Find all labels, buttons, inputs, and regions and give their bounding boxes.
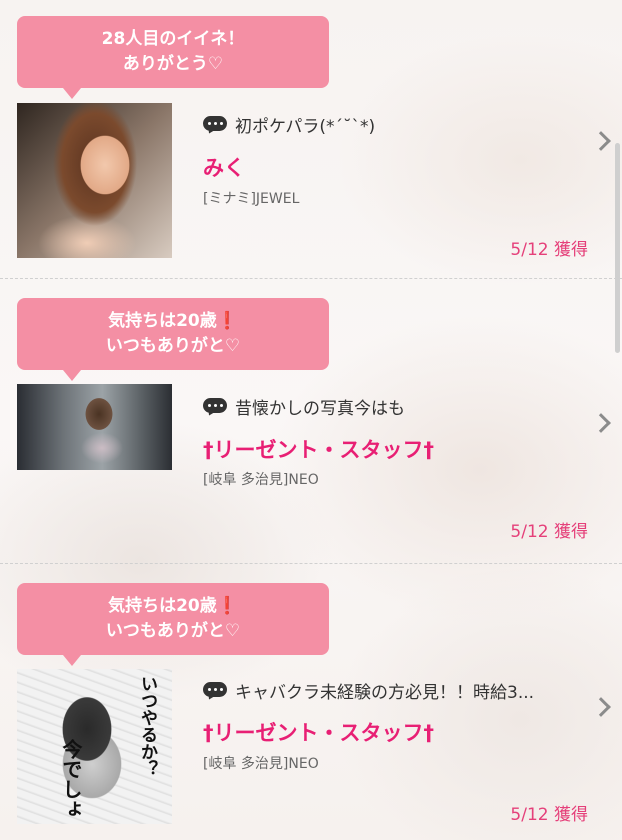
message-text: キャバクラ未経験の方必見！！時給3... [235, 683, 535, 703]
chevron-right-icon[interactable] [591, 413, 611, 433]
chevron-right-icon[interactable] [591, 131, 611, 151]
cast-name[interactable]: みく [203, 152, 245, 182]
bubble-line-2: いつもありがと♡ [105, 621, 241, 641]
thanks-bubble: 気持ちは20歳❗ いつもありがと♡ [17, 583, 329, 666]
message-row: 昔懐かしの写真今はも [203, 394, 405, 419]
bubble-line-1: 気持ちは20歳❗ [108, 311, 238, 331]
acquired-date: 5/12 獲得 [510, 240, 588, 260]
speech-bubble-icon [203, 115, 227, 135]
divider [0, 563, 622, 564]
bubble-line-2: いつもありがと♡ [105, 336, 241, 356]
shop-label: [岐阜 多治見]NEO [203, 472, 319, 488]
thanks-bubble: 気持ちは20歳❗ いつもありがと♡ [17, 298, 329, 381]
bubble-line-1: 気持ちは20歳❗ [108, 596, 238, 616]
cast-name[interactable]: †リーゼント・スタッフ† [203, 717, 434, 747]
chevron-right-icon[interactable] [591, 697, 611, 717]
manga-caption-2: 今でしょ [59, 739, 83, 819]
profile-photo[interactable] [17, 384, 172, 470]
message-text: 初ポケパラ(*´˘`*) [235, 117, 376, 137]
message-text: 昔懐かしの写真今はも [235, 399, 405, 419]
manga-caption-1: いつやるか？ [137, 675, 157, 777]
profile-photo[interactable]: いつやるか？ 今でしょ [17, 669, 172, 824]
acquired-date: 5/12 獲得 [510, 805, 588, 825]
bubble-line-1: 28人目のイイネ！ [101, 29, 245, 49]
acquired-date: 5/12 獲得 [510, 522, 588, 542]
thanks-bubble: 28人目のイイネ！ ありがとう♡ [17, 16, 329, 99]
speech-bubble-icon [203, 681, 227, 701]
bubble-line-2: ありがとう♡ [122, 54, 224, 74]
scrollbar[interactable] [615, 143, 620, 353]
divider [0, 278, 622, 279]
cast-name[interactable]: †リーゼント・スタッフ† [203, 434, 434, 464]
shop-label: [岐阜 多治見]NEO [203, 756, 319, 772]
speech-bubble-icon [203, 397, 227, 417]
profile-photo[interactable] [17, 103, 172, 258]
message-row: キャバクラ未経験の方必見！！時給3... [203, 678, 534, 703]
shop-label: [ミナミ]JEWEL [203, 191, 300, 207]
message-row: 初ポケパラ(*´˘`*) [203, 112, 375, 137]
